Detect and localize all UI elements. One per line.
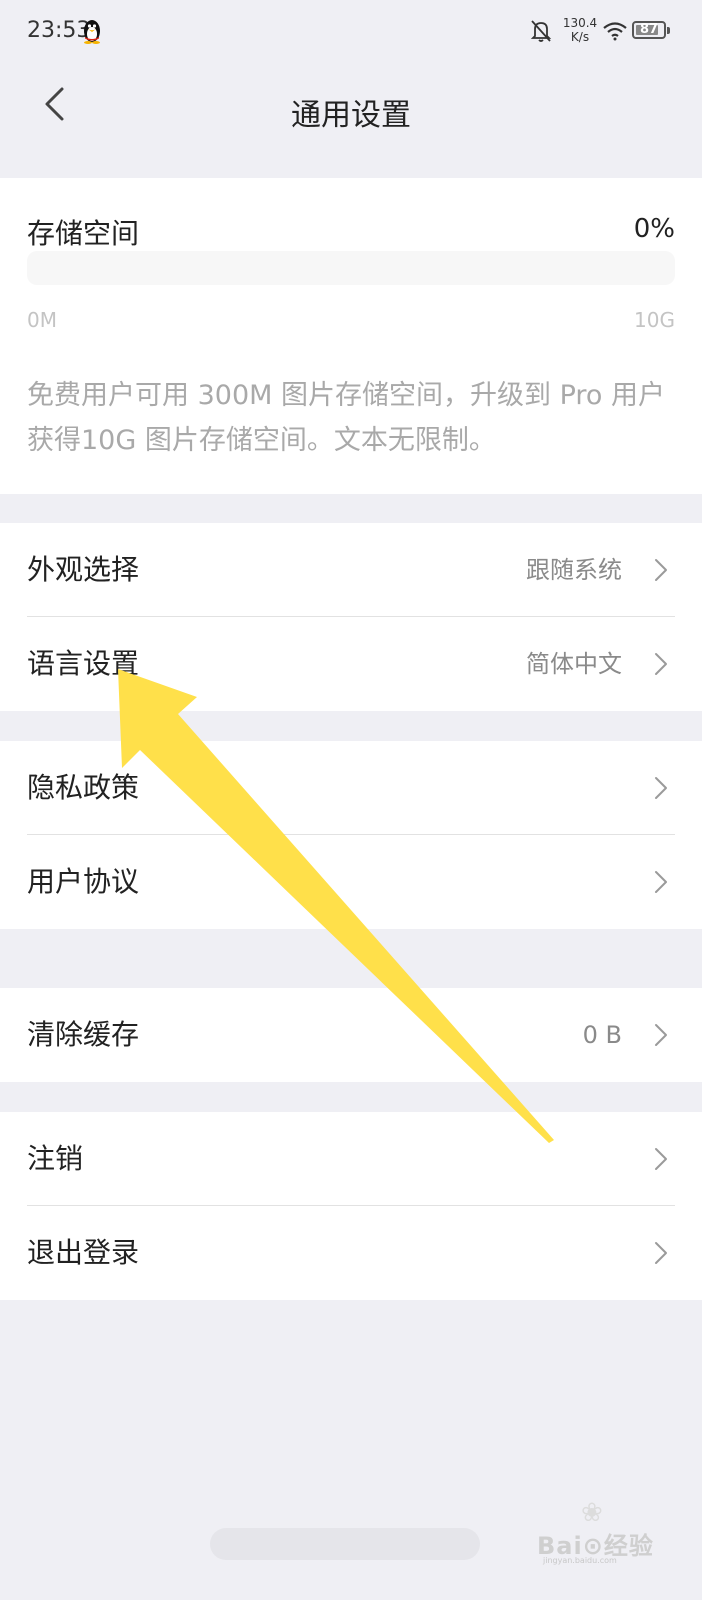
row-appearance[interactable]: 外观选择 跟随系统 bbox=[0, 523, 702, 617]
row-privacy-policy[interactable]: 隐私政策 bbox=[0, 741, 702, 835]
paw-icon: ❀ bbox=[581, 1498, 603, 1528]
row-value: 简体中文 bbox=[526, 650, 622, 678]
row-logout[interactable]: 退出登录 bbox=[0, 1206, 702, 1300]
chevron-right-icon bbox=[655, 1242, 667, 1264]
cache-group: 清除缓存 0 B bbox=[0, 988, 702, 1082]
status-bar: 23:53 130.4 K/s 87 bbox=[0, 0, 702, 64]
row-label: 清除缓存 bbox=[27, 1018, 140, 1051]
display-settings-group: 外观选择 跟随系统 语言设置 简体中文 bbox=[0, 523, 702, 711]
status-time: 23:53 bbox=[27, 18, 91, 43]
row-deregister[interactable]: 注销 bbox=[0, 1112, 702, 1206]
chevron-right-icon bbox=[655, 1024, 667, 1046]
account-group: 注销 退出登录 bbox=[0, 1112, 702, 1300]
row-label: 用户协议 bbox=[27, 865, 140, 898]
page-title: 通用设置 bbox=[291, 98, 411, 133]
wifi-icon bbox=[602, 21, 628, 45]
storage-note: 免费用户可用 300M 图片存储空间，升级到 Pro 用户获得10G 图片存储空… bbox=[27, 380, 665, 456]
row-value: 0 B bbox=[582, 1021, 622, 1049]
storage-progress-bar bbox=[27, 251, 675, 285]
row-label: 语言设置 bbox=[27, 647, 140, 680]
mute-bell-icon bbox=[530, 19, 552, 47]
row-language[interactable]: 语言设置 简体中文 bbox=[0, 617, 702, 711]
row-label: 外观选择 bbox=[27, 553, 140, 586]
network-speed-value: 130.4 bbox=[562, 16, 598, 30]
battery-icon: 87 bbox=[632, 21, 670, 39]
row-clear-cache[interactable]: 清除缓存 0 B bbox=[0, 988, 702, 1082]
baidu-jingyan-watermark: ❀ Bai⊙经验 jingyan.baidu.com bbox=[537, 1498, 677, 1568]
legal-group: 隐私政策 用户协议 bbox=[0, 741, 702, 929]
navigation-bar: 通用设置 bbox=[0, 64, 702, 174]
network-speed-unit: K/s bbox=[570, 30, 590, 44]
storage-min-label: 0M bbox=[27, 308, 57, 332]
storage-label: 存储空间 bbox=[27, 217, 140, 250]
watermark-sub: jingyan.baidu.com bbox=[543, 1556, 617, 1565]
chevron-right-icon bbox=[655, 1148, 667, 1170]
row-user-agreement[interactable]: 用户协议 bbox=[0, 835, 702, 929]
row-label: 注销 bbox=[27, 1142, 84, 1175]
chevron-right-icon bbox=[655, 871, 667, 893]
chevron-right-icon bbox=[655, 559, 667, 581]
network-speed: 130.4 K/s bbox=[560, 16, 600, 44]
chevron-right-icon bbox=[655, 653, 667, 675]
storage-percent: 0% bbox=[633, 214, 675, 244]
storage-card: 存储空间 0% 0M 10G 免费用户可用 300M 图片存储空间，升级到 Pr… bbox=[0, 178, 702, 494]
battery-level: 87 bbox=[639, 22, 659, 37]
chevron-right-icon bbox=[655, 777, 667, 799]
storage-max-label: 10G bbox=[634, 308, 675, 332]
row-label: 隐私政策 bbox=[27, 771, 140, 804]
qq-penguin-icon bbox=[82, 18, 102, 48]
row-label: 退出登录 bbox=[27, 1236, 140, 1269]
home-indicator bbox=[210, 1528, 480, 1560]
row-value: 跟随系统 bbox=[526, 556, 622, 584]
